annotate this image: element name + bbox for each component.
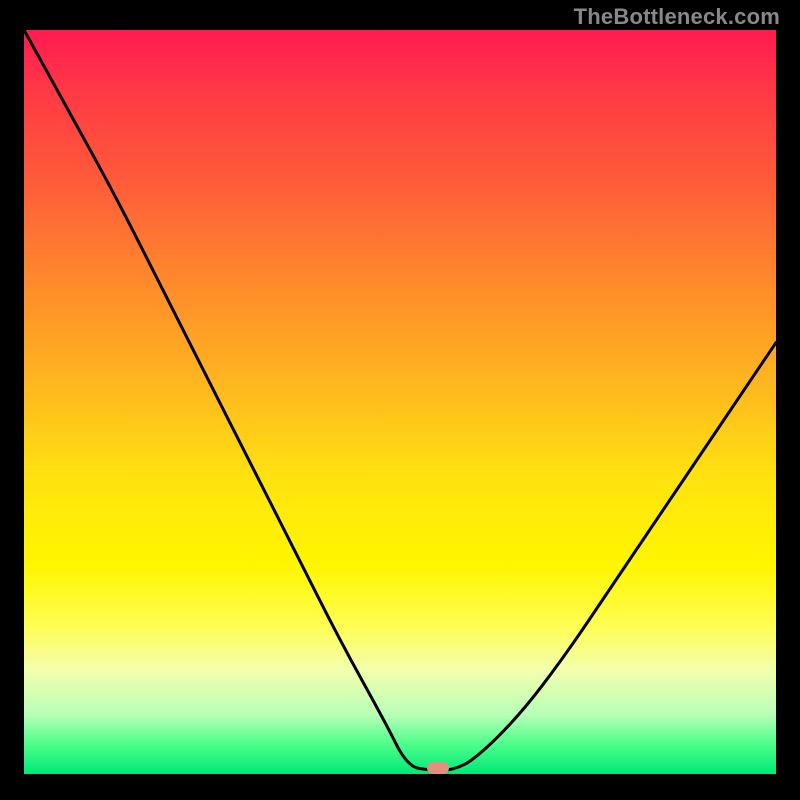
chart-container: TheBottleneck.com [0, 0, 800, 800]
plot-area [24, 30, 776, 774]
attribution-label: TheBottleneck.com [574, 4, 780, 30]
optimal-point-marker [427, 762, 449, 774]
bottleneck-curve [24, 30, 776, 774]
